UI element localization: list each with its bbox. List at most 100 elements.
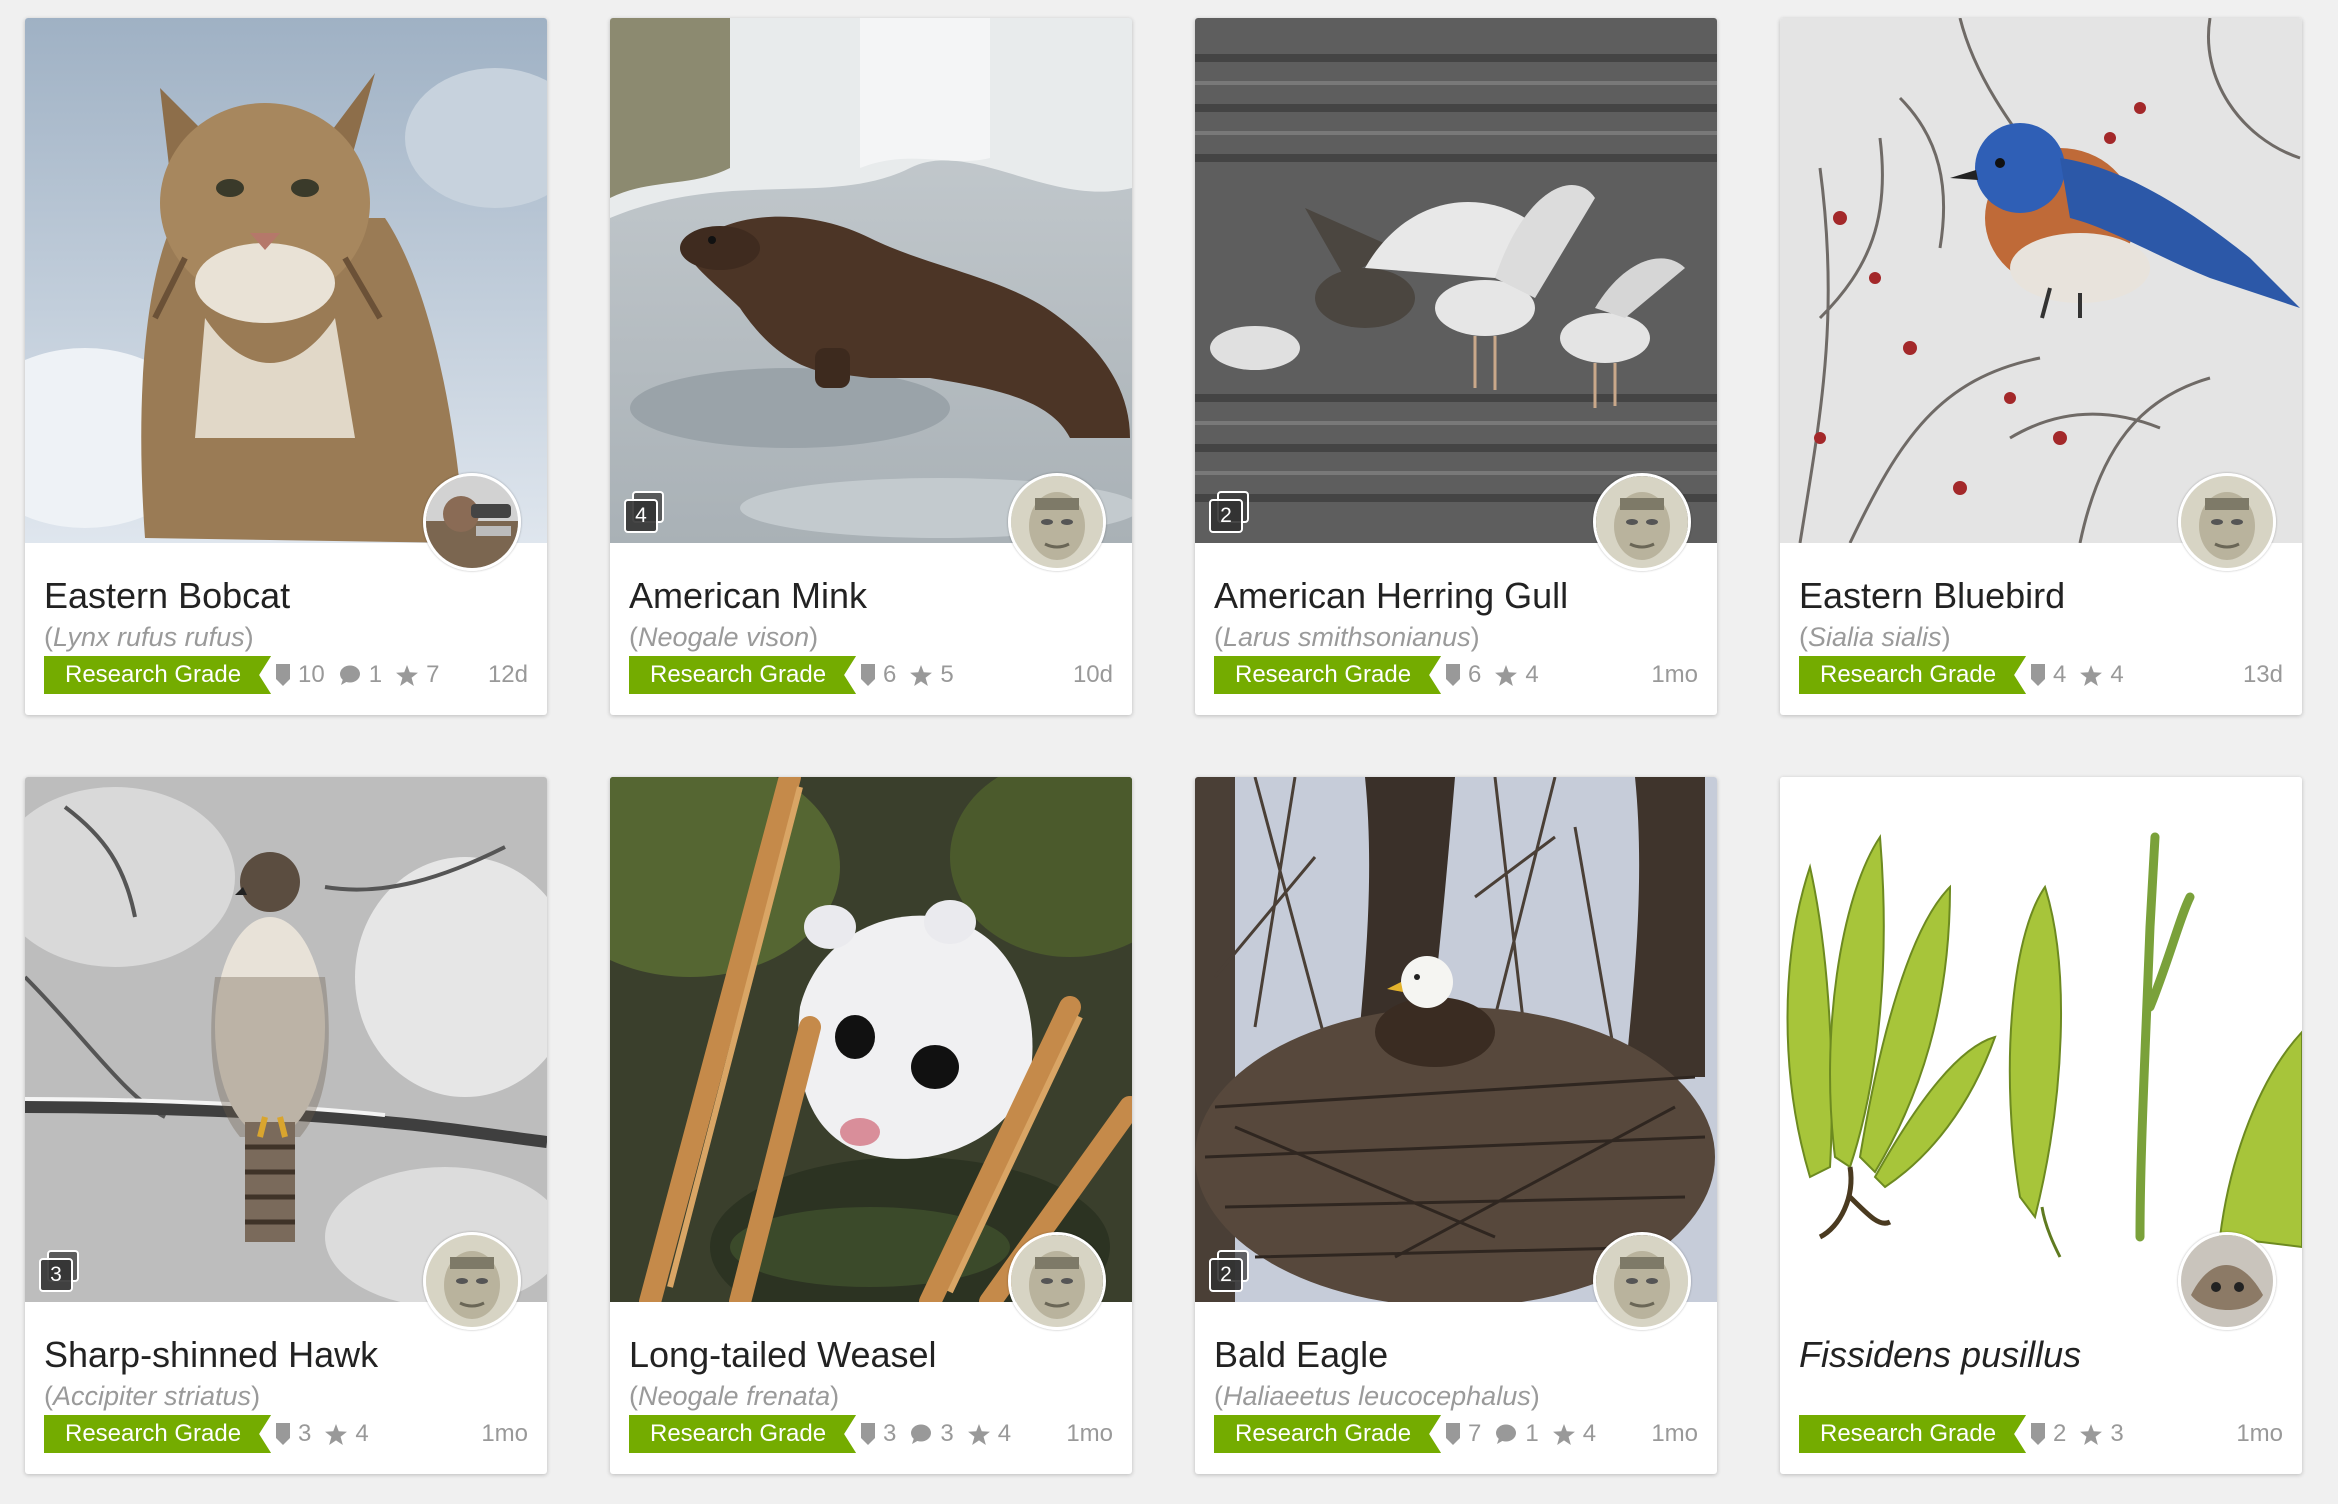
identification-shield-icon (861, 1423, 875, 1445)
observation-photo[interactable]: 2 (1195, 18, 1717, 543)
observer-avatar[interactable] (2178, 1232, 2276, 1330)
common-name[interactable]: Eastern Bluebird (1799, 575, 2065, 617)
card-stats: 6 4 (1446, 656, 1539, 694)
star-icon (325, 1423, 348, 1445)
scientific-name: (Larus smithsonianus) (1214, 622, 1480, 652)
comments-count: 3 (910, 1420, 954, 1448)
common-name[interactable]: American Mink (629, 575, 867, 617)
observation-photo[interactable] (25, 18, 547, 543)
star-icon (2080, 1423, 2103, 1445)
comment-bubble-icon (911, 1424, 932, 1444)
observation-age: 1mo (1651, 661, 1698, 688)
comment-bubble-icon (339, 665, 360, 685)
identifications-count: 3 (861, 1420, 896, 1448)
common-name[interactable]: Eastern Bobcat (44, 575, 290, 617)
card-meta: Research Grade 6 4 1mo (1214, 656, 1698, 696)
observation-age: 10d (1072, 661, 1113, 688)
identification-shield-icon (1446, 664, 1460, 686)
star-icon (910, 664, 933, 686)
observation-card[interactable]: 2 American Herring Gull (Larus smithsoni… (1195, 18, 1717, 715)
observation-age: 1mo (1066, 1420, 1113, 1447)
observation-photo[interactable]: 4 (610, 18, 1132, 543)
observation-card[interactable]: 3 Sharp-shinned Hawk (Accipiter striatus… (25, 777, 547, 1474)
observation-photo[interactable]: 3 (25, 777, 547, 1302)
observation-card[interactable]: Eastern Bobcat (Lynx rufus rufus) Resear… (25, 18, 547, 715)
identifications-count: 3 (276, 1420, 311, 1448)
identification-shield-icon (276, 664, 290, 686)
comments-count: 1 (339, 661, 382, 689)
quality-grade-badge: Research Grade (44, 656, 271, 694)
star-icon (396, 664, 419, 686)
quality-grade-badge: Research Grade (1799, 1415, 2026, 1453)
observation-photo[interactable]: 2 (1195, 777, 1717, 1302)
card-meta: Research Grade 3 4 1mo (44, 1415, 528, 1455)
observation-photo[interactable] (610, 777, 1132, 1302)
identification-shield-icon (861, 664, 875, 686)
card-stats: 10 1 7 (276, 656, 439, 694)
identification-shield-icon (276, 1423, 290, 1445)
card-meta: Research Grade 4 4 13d (1799, 656, 2283, 696)
observer-avatar[interactable] (1593, 1232, 1691, 1330)
star-icon (1552, 1423, 1575, 1445)
photo-count-badge: 3 (39, 1250, 79, 1292)
quality-grade-badge: Research Grade (629, 656, 856, 694)
observation-age: 1mo (1651, 1420, 1698, 1447)
comments-count: 1 (1495, 1420, 1539, 1448)
common-name[interactable]: American Herring Gull (1214, 575, 1568, 617)
quality-grade-badge: Research Grade (1799, 656, 2026, 694)
common-name[interactable]: Sharp-shinned Hawk (44, 1334, 378, 1376)
card-stats: 4 4 (2031, 656, 2124, 694)
observation-card[interactable]: Long-tailed Weasel (Neogale frenata) Res… (610, 777, 1132, 1474)
photo-count-badge: 2 (1209, 1250, 1249, 1292)
card-meta: Research Grade 6 5 10d (629, 656, 1113, 696)
scientific-name[interactable]: Fissidens pusillus (1799, 1334, 2081, 1376)
observation-photo[interactable] (1780, 18, 2302, 543)
star-icon (967, 1423, 990, 1445)
observation-card[interactable]: 4 American Mink (Neogale vison) Research… (610, 18, 1132, 715)
observation-card[interactable]: 2 Bald Eagle (Haliaeetus leucocephalus) … (1195, 777, 1717, 1474)
observation-card[interactable]: Eastern Bluebird (Sialia sialis) Researc… (1780, 18, 2302, 715)
card-stats: 7 1 4 (1446, 1415, 1596, 1453)
identifications-count: 4 (2031, 661, 2066, 689)
observer-avatar[interactable] (423, 473, 521, 571)
observation-grid: Eastern Bobcat (Lynx rufus rufus) Resear… (25, 18, 2302, 1474)
scientific-name: (Haliaeetus leucocephalus) (1214, 1381, 1540, 1411)
observer-avatar[interactable] (1008, 1232, 1106, 1330)
card-stats: 6 5 (861, 656, 954, 694)
observation-age: 1mo (2236, 1420, 2283, 1447)
common-name[interactable]: Bald Eagle (1214, 1334, 1388, 1376)
faves-count: 4 (967, 1420, 1011, 1448)
star-icon (2080, 664, 2103, 686)
observation-age: 13d (2242, 661, 2283, 688)
faves-count: 7 (396, 661, 439, 689)
observer-avatar[interactable] (1593, 473, 1691, 571)
scientific-name: (Lynx rufus rufus) (44, 622, 254, 652)
comment-bubble-icon (1496, 1424, 1517, 1444)
common-name[interactable]: Long-tailed Weasel (629, 1334, 937, 1376)
observer-avatar[interactable] (1008, 473, 1106, 571)
observation-photo[interactable] (1780, 777, 2302, 1302)
observation-card[interactable]: Fissidens pusillus Research Grade 2 3 1m… (1780, 777, 2302, 1474)
identification-shield-icon (2031, 1423, 2045, 1445)
faves-count: 4 (325, 1420, 369, 1448)
observer-avatar[interactable] (2178, 473, 2276, 571)
quality-grade-badge: Research Grade (44, 1415, 271, 1453)
card-meta: Research Grade 7 1 4 1mo (1214, 1415, 1698, 1455)
quality-grade-badge: Research Grade (629, 1415, 856, 1453)
star-icon (1495, 664, 1518, 686)
scientific-name: (Accipiter striatus) (44, 1381, 261, 1411)
identifications-count: 2 (2031, 1420, 2066, 1448)
scientific-name: (Neogale vison) (629, 622, 819, 652)
card-meta: Research Grade 10 1 7 12d (44, 656, 528, 696)
faves-count: 4 (1495, 661, 1539, 689)
observation-age: 12d (487, 661, 528, 688)
quality-grade-badge: Research Grade (1214, 656, 1441, 694)
scientific-name: (Sialia sialis) (1799, 622, 1951, 652)
card-meta: Research Grade 2 3 1mo (1799, 1415, 2283, 1455)
faves-count: 3 (2080, 1420, 2124, 1448)
identification-shield-icon (2031, 664, 2045, 686)
observer-avatar[interactable] (423, 1232, 521, 1330)
photo-count-badge: 2 (1209, 491, 1249, 533)
identification-shield-icon (1446, 1423, 1460, 1445)
faves-count: 5 (910, 661, 954, 689)
